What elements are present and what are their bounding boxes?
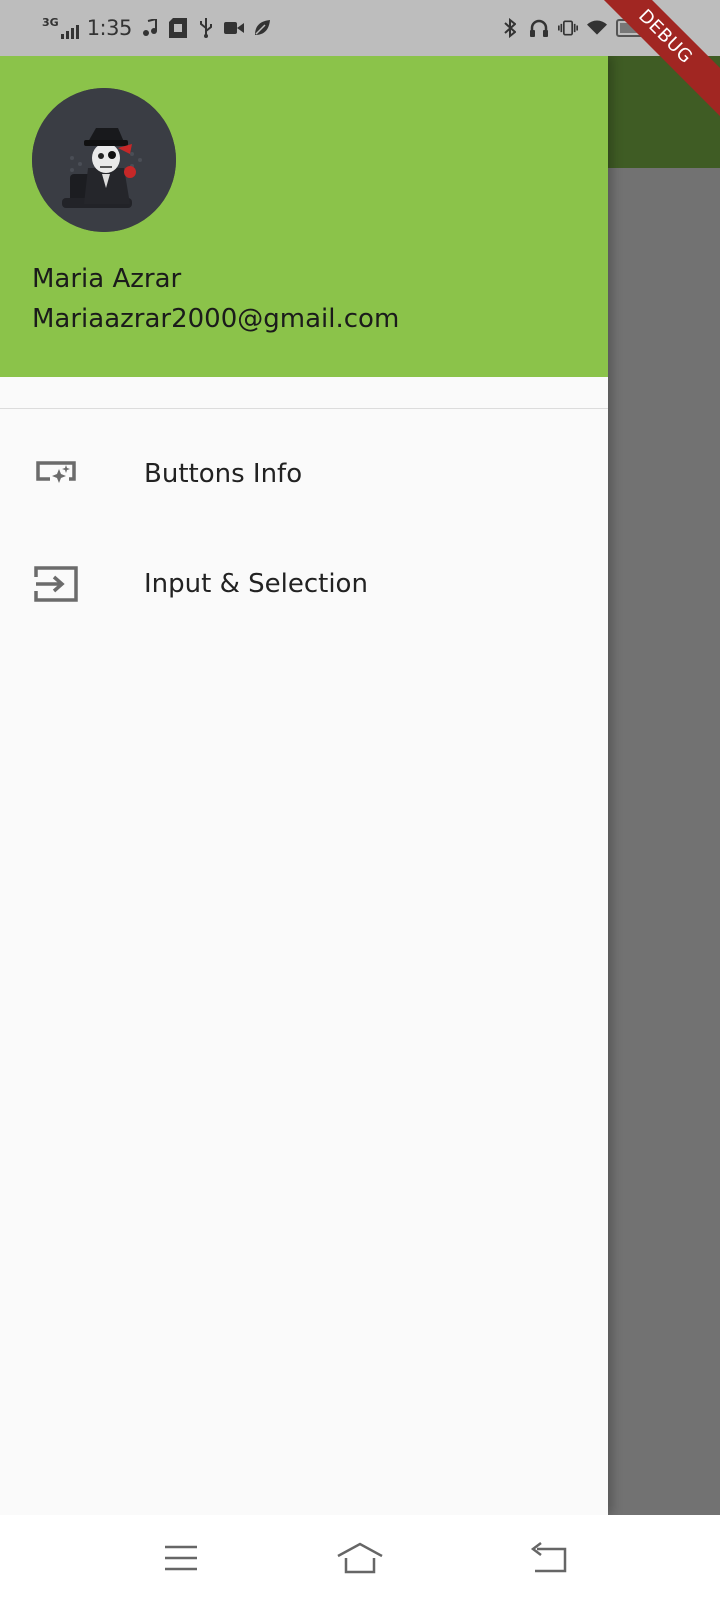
vibrate-icon xyxy=(558,18,578,38)
drawer-header: Maria Azrar Mariaazrar2000@gmail.com xyxy=(0,56,608,377)
bluetooth-icon xyxy=(500,18,520,38)
input-icon xyxy=(34,562,78,606)
pirate-avatar-icon xyxy=(32,88,176,232)
wifi-icon xyxy=(587,18,607,38)
menu-item-buttons-info[interactable]: Buttons Info xyxy=(0,418,608,530)
music-note-icon xyxy=(140,18,160,38)
leaf-icon xyxy=(252,18,272,38)
system-nav-bar xyxy=(0,1515,720,1600)
sd-card-icon xyxy=(168,18,188,38)
user-name: Maria Azrar xyxy=(32,264,182,294)
network-type: 3G xyxy=(42,15,59,29)
usb-icon xyxy=(196,18,216,38)
user-email: Mariaazrar2000@gmail.com xyxy=(32,304,400,334)
signal-icon xyxy=(60,25,79,39)
menu-item-input-selection[interactable]: Input & Selection xyxy=(0,528,608,640)
avatar[interactable] xyxy=(32,88,176,232)
status-left: 3G 1:35 xyxy=(42,0,272,56)
video-icon xyxy=(223,18,244,38)
headphones-icon xyxy=(529,18,549,38)
button-info-icon xyxy=(34,452,78,496)
navigation-drawer: Maria Azrar Mariaazrar2000@gmail.com But… xyxy=(0,56,608,1515)
home-icon[interactable] xyxy=(335,1533,385,1583)
menu-item-label: Buttons Info xyxy=(144,459,303,489)
back-icon[interactable] xyxy=(524,1533,574,1583)
clock: 1:35 xyxy=(86,16,133,40)
drawer-divider xyxy=(0,408,608,409)
menu-icon[interactable] xyxy=(156,1533,206,1583)
menu-item-label: Input & Selection xyxy=(144,569,368,599)
